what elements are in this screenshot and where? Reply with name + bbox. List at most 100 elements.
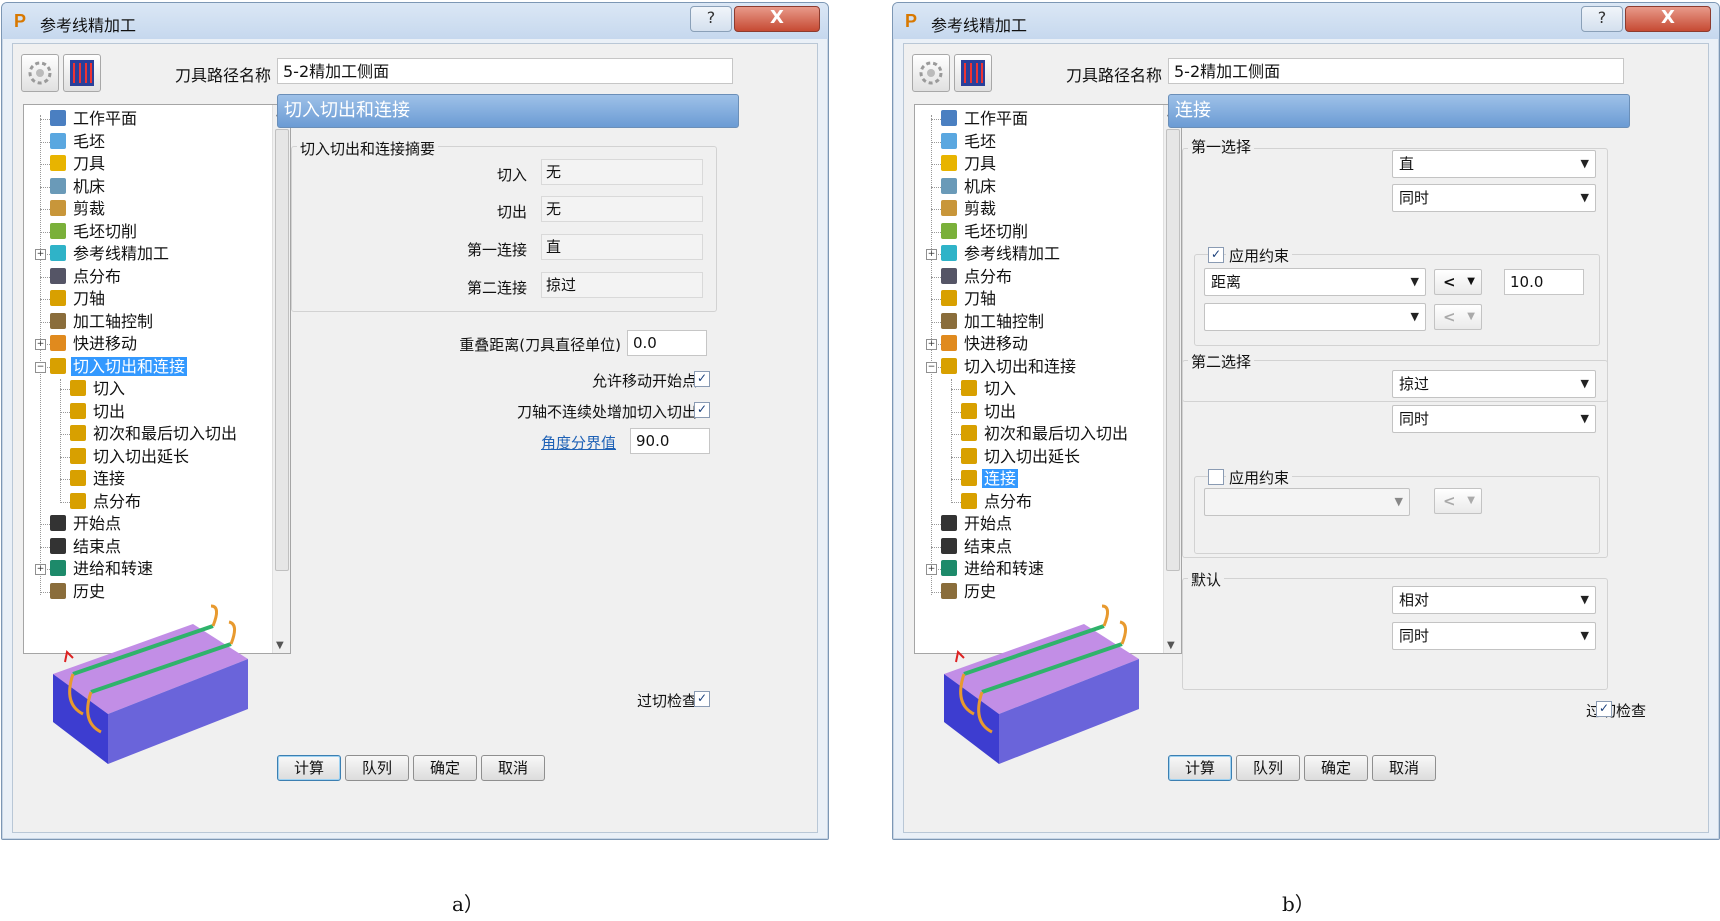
tree-item-block[interactable]: 毛坯 bbox=[941, 130, 998, 154]
gouge-check-checkbox[interactable]: ✓ bbox=[694, 691, 710, 707]
tree-item-links[interactable]: 连接 bbox=[70, 467, 127, 491]
first-constraint-select[interactable]: 距离 ▼ bbox=[1204, 268, 1426, 296]
first-motion-select[interactable]: 同时 ▼ bbox=[1392, 184, 1596, 212]
scroll-down-icon[interactable]: ▼ bbox=[1167, 640, 1175, 651]
tree-item-workplane[interactable]: 工作平面 bbox=[50, 107, 139, 131]
overlap-input[interactable]: 0.0 bbox=[627, 330, 707, 356]
scroll-thumb[interactable] bbox=[1166, 129, 1180, 571]
help-button[interactable]: ? bbox=[690, 6, 732, 32]
tree-item-first-last[interactable]: 初次和最后切入切出 bbox=[70, 422, 239, 446]
tree-item-workplane[interactable]: 工作平面 bbox=[941, 107, 1030, 131]
boundary-icon bbox=[941, 200, 957, 216]
tree-item-rapid-moves[interactable]: 快进移动 bbox=[941, 332, 1030, 356]
tree-item-machine[interactable]: 机床 bbox=[941, 175, 998, 199]
tree-item-lead-extension[interactable]: 切入切出延长 bbox=[961, 445, 1082, 469]
queue-button[interactable]: 队列 bbox=[1236, 755, 1300, 781]
tree-item-point-dist[interactable]: 点分布 bbox=[50, 265, 123, 289]
tree-item-label: 工作平面 bbox=[964, 109, 1029, 128]
tree-item-rapid-moves[interactable]: 快进移动 bbox=[50, 332, 139, 356]
tree-scrollbar[interactable]: ▲▼ bbox=[272, 105, 290, 653]
ok-button[interactable]: 确定 bbox=[413, 755, 477, 781]
toolpath-name-input[interactable]: 5-2精加工侧面 bbox=[277, 58, 733, 84]
expand-icon[interactable]: + bbox=[926, 339, 937, 350]
tree-scrollbar[interactable]: ▲▼ bbox=[1163, 105, 1181, 653]
tree-item-lead-out[interactable]: 切出 bbox=[70, 400, 127, 424]
allow-move-start-checkbox[interactable]: ✓ bbox=[694, 371, 710, 387]
cancel-button[interactable]: 取消 bbox=[1372, 755, 1436, 781]
scroll-down-icon[interactable]: ▼ bbox=[276, 640, 284, 651]
tree-item-reference-finishing[interactable]: 参考线精加工 bbox=[941, 242, 1062, 266]
tree-item-lead-extension[interactable]: 切入切出延长 bbox=[70, 445, 191, 469]
toolpath-preview-icon[interactable] bbox=[954, 54, 992, 92]
collapse-icon[interactable]: − bbox=[926, 361, 937, 373]
tree-item-end-point[interactable]: 结束点 bbox=[50, 535, 123, 559]
collapse-icon[interactable]: − bbox=[35, 361, 46, 373]
tree-item-first-last[interactable]: 初次和最后切入切出 bbox=[961, 422, 1130, 446]
help-button[interactable]: ? bbox=[1581, 6, 1623, 32]
scroll-thumb[interactable] bbox=[275, 129, 289, 571]
tree-item-point-dist-sub[interactable]: 点分布 bbox=[70, 490, 143, 514]
tree-item-axis-control[interactable]: 加工轴控制 bbox=[941, 310, 1046, 334]
axis-control-icon bbox=[50, 312, 66, 329]
tree-item-history[interactable]: 历史 bbox=[50, 580, 107, 604]
second-choice-type-select[interactable]: 掠过 ▼ bbox=[1392, 370, 1596, 398]
angle-threshold-input[interactable]: 90.0 bbox=[630, 428, 710, 454]
expand-icon[interactable]: + bbox=[926, 249, 937, 260]
tree-item-point-dist-sub[interactable]: 点分布 bbox=[961, 490, 1034, 514]
cancel-button[interactable]: 取消 bbox=[481, 755, 545, 781]
tree-item-boundary[interactable]: 剪裁 bbox=[941, 197, 998, 221]
first-operator-select[interactable]: < ▼ bbox=[1434, 269, 1482, 295]
tree-item-block[interactable]: 毛坯 bbox=[50, 130, 107, 154]
calculate-button[interactable]: 计算 bbox=[277, 755, 341, 781]
tree-item-feeds-speeds[interactable]: 进给和转速 bbox=[50, 557, 155, 581]
settings-gear-icon[interactable] bbox=[21, 54, 59, 92]
toolpath-preview-icon[interactable] bbox=[63, 54, 101, 92]
axis-discontinuity-checkbox[interactable]: ✓ bbox=[694, 402, 710, 418]
tree-item-start-point[interactable]: 开始点 bbox=[941, 512, 1014, 536]
tree-item-lead-in[interactable]: 切入 bbox=[961, 377, 1018, 401]
angle-threshold-link[interactable]: 角度分界值 bbox=[541, 432, 616, 453]
close-button[interactable]: X bbox=[1625, 6, 1711, 32]
tree-item-tool-axis[interactable]: 刀轴 bbox=[50, 287, 107, 311]
expand-icon[interactable]: + bbox=[35, 339, 46, 350]
tree-item-tool[interactable]: 刀具 bbox=[50, 152, 107, 176]
tree-item-start-point[interactable]: 开始点 bbox=[50, 512, 123, 536]
tree-item-leads-links[interactable]: 切入切出和连接 bbox=[50, 355, 188, 379]
tree-item-stock-cut[interactable]: 毛坯切削 bbox=[50, 220, 139, 244]
tree-item-end-point[interactable]: 结束点 bbox=[941, 535, 1014, 559]
tree-item-links[interactable]: 连接 bbox=[961, 467, 1019, 491]
first-choice-type-select[interactable]: 直 ▼ bbox=[1392, 150, 1596, 178]
tree-item-reference-finishing[interactable]: 参考线精加工 bbox=[50, 242, 171, 266]
reference-line-icon bbox=[50, 245, 66, 261]
settings-gear-icon[interactable] bbox=[912, 54, 950, 92]
tree-item-leads-links[interactable]: 切入切出和连接 bbox=[941, 355, 1078, 379]
second-constraint-select[interactable]: ▼ bbox=[1204, 303, 1426, 331]
tree-item-point-dist[interactable]: 点分布 bbox=[941, 265, 1014, 289]
expand-icon[interactable]: + bbox=[35, 564, 46, 575]
expand-icon[interactable]: + bbox=[35, 249, 46, 260]
calculate-button[interactable]: 计算 bbox=[1168, 755, 1232, 781]
expand-icon[interactable]: + bbox=[926, 564, 937, 575]
close-button[interactable]: X bbox=[734, 6, 820, 32]
tree-item-tool-axis[interactable]: 刀轴 bbox=[941, 287, 998, 311]
tree-item-axis-control[interactable]: 加工轴控制 bbox=[50, 310, 155, 334]
gouge-check-checkbox[interactable]: ✓ bbox=[1596, 701, 1612, 717]
tree-item-boundary[interactable]: 剪裁 bbox=[50, 197, 107, 221]
queue-button[interactable]: 队列 bbox=[345, 755, 409, 781]
tree-item-label: 参考线精加工 bbox=[964, 244, 1061, 263]
tree-item-history[interactable]: 历史 bbox=[941, 580, 998, 604]
tree-item-machine[interactable]: 机床 bbox=[50, 175, 107, 199]
tree-item-tool[interactable]: 刀具 bbox=[941, 152, 998, 176]
default-motion-select[interactable]: 同时 ▼ bbox=[1392, 622, 1596, 650]
tree-item-feeds-speeds[interactable]: 进给和转速 bbox=[941, 557, 1046, 581]
ok-button[interactable]: 确定 bbox=[1304, 755, 1368, 781]
default-type-select[interactable]: 相对 ▼ bbox=[1392, 586, 1596, 614]
second-motion-select[interactable]: 同时 ▼ bbox=[1392, 405, 1596, 433]
first-constraint-value-input[interactable]: 10.0 bbox=[1504, 269, 1584, 295]
tree-item-lead-in[interactable]: 切入 bbox=[70, 377, 127, 401]
toolpath-name-input[interactable]: 5-2精加工侧面 bbox=[1168, 58, 1624, 84]
tree-item-lead-out[interactable]: 切出 bbox=[961, 400, 1018, 424]
first-apply-constraint-checkbox[interactable]: ✓ bbox=[1208, 247, 1224, 263]
second-apply-constraint-checkbox[interactable] bbox=[1208, 469, 1224, 485]
tree-item-stock-cut[interactable]: 毛坯切削 bbox=[941, 220, 1030, 244]
